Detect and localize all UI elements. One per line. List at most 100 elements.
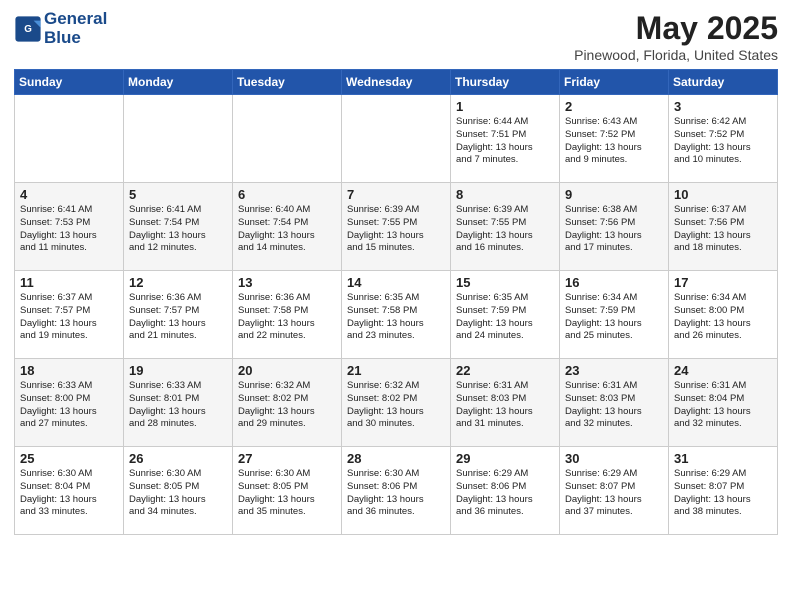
- calendar-day-cell: 26Sunrise: 6:30 AM Sunset: 8:05 PM Dayli…: [124, 447, 233, 535]
- day-info: Sunrise: 6:41 AM Sunset: 7:53 PM Dayligh…: [20, 204, 118, 255]
- day-info: Sunrise: 6:29 AM Sunset: 8:06 PM Dayligh…: [456, 468, 554, 519]
- title-block: May 2025 Pinewood, Florida, United State…: [574, 10, 778, 63]
- calendar-table: SundayMondayTuesdayWednesdayThursdayFrid…: [14, 69, 778, 535]
- day-number: 5: [129, 187, 227, 202]
- weekday-header: Thursday: [451, 70, 560, 95]
- calendar-day-cell: 21 Sunrise: 6:32 AM Sunset: 8:02 PM Dayli…: [342, 359, 451, 447]
- day-info: Sunrise: 6:38 AM Sunset: 7:56 PM Dayligh…: [565, 204, 663, 255]
- calendar-day-cell: 2 Sunrise: 6:43 AM Sunset: 7:52 PM Daylig…: [560, 95, 669, 183]
- calendar-day-cell: [233, 95, 342, 183]
- day-info: Sunrise: 6:30 AM Sunset: 8:05 PM Dayligh…: [238, 468, 336, 519]
- weekday-header: Tuesday: [233, 70, 342, 95]
- day-info: Sunrise: 6:36 AM Sunset: 7:58 PM Dayligh…: [238, 292, 336, 343]
- calendar-day-cell: 8 Sunrise: 6:39 AM Sunset: 7:55 PM Daylig…: [451, 183, 560, 271]
- calendar-container: G General Blue May 2025 Pinewood, Florid…: [0, 0, 792, 543]
- weekday-row: SundayMondayTuesdayWednesdayThursdayFrid…: [15, 70, 778, 95]
- day-number: 30: [565, 451, 663, 466]
- logo-text: General Blue: [44, 10, 107, 47]
- calendar-day-cell: 23Sunrise: 6:31 AM Sunset: 8:03 PM Dayli…: [560, 359, 669, 447]
- day-number: 3: [674, 99, 772, 114]
- day-number: 27: [238, 451, 336, 466]
- day-number: 18: [20, 363, 118, 378]
- day-info: Sunrise: 6:39 AM Sunset: 7:55 PM Dayligh…: [456, 204, 554, 255]
- logo-general: General: [44, 9, 107, 28]
- calendar-day-cell: [124, 95, 233, 183]
- day-number: 13: [238, 275, 336, 290]
- day-number: 12: [129, 275, 227, 290]
- calendar-week-row: 11Sunrise: 6:37 AM Sunset: 7:57 PM Dayli…: [15, 271, 778, 359]
- calendar-day-cell: 18 Sunrise: 6:33 AM Sunset: 8:00 PM Dayli…: [15, 359, 124, 447]
- calendar-day-cell: 31Sunrise: 6:29 AM Sunset: 8:07 PM Dayli…: [669, 447, 778, 535]
- calendar-week-row: 1Sunrise: 6:44 AM Sunset: 7:51 PM Daylig…: [15, 95, 778, 183]
- calendar-day-cell: 11Sunrise: 6:37 AM Sunset: 7:57 PM Dayli…: [15, 271, 124, 359]
- day-number: 25: [20, 451, 118, 466]
- day-number: 7: [347, 187, 445, 202]
- day-info: Sunrise: 6:32 AM Sunset: 8:02 PM Dayligh…: [238, 380, 336, 431]
- day-number: 2: [565, 99, 663, 114]
- day-info: Sunrise: 6:32 AM Sunset: 8:02 PM Dayligh…: [347, 380, 445, 431]
- weekday-header: Wednesday: [342, 70, 451, 95]
- calendar-day-cell: 12Sunrise: 6:36 AM Sunset: 7:57 PM Dayli…: [124, 271, 233, 359]
- weekday-header: Sunday: [15, 70, 124, 95]
- calendar-day-cell: 1Sunrise: 6:44 AM Sunset: 7:51 PM Daylig…: [451, 95, 560, 183]
- day-number: 8: [456, 187, 554, 202]
- calendar-day-cell: 17 Sunrise: 6:34 AM Sunset: 8:00 PM Dayli…: [669, 271, 778, 359]
- calendar-day-cell: 28 Sunrise: 6:30 AM Sunset: 8:06 PM Dayli…: [342, 447, 451, 535]
- day-number: 22: [456, 363, 554, 378]
- calendar-day-cell: 9 Sunrise: 6:38 AM Sunset: 7:56 PM Daylig…: [560, 183, 669, 271]
- calendar-day-cell: 16 Sunrise: 6:34 AM Sunset: 7:59 PM Dayli…: [560, 271, 669, 359]
- day-info: Sunrise: 6:35 AM Sunset: 7:59 PM Dayligh…: [456, 292, 554, 343]
- day-number: 28: [347, 451, 445, 466]
- calendar-day-cell: 13 Sunrise: 6:36 AM Sunset: 7:58 PM Dayli…: [233, 271, 342, 359]
- day-info: Sunrise: 6:29 AM Sunset: 8:07 PM Dayligh…: [565, 468, 663, 519]
- calendar-header: SundayMondayTuesdayWednesdayThursdayFrid…: [15, 70, 778, 95]
- day-info: Sunrise: 6:43 AM Sunset: 7:52 PM Dayligh…: [565, 116, 663, 167]
- day-number: 17: [674, 275, 772, 290]
- day-number: 31: [674, 451, 772, 466]
- calendar-day-cell: 3 Sunrise: 6:42 AM Sunset: 7:52 PM Daylig…: [669, 95, 778, 183]
- calendar-day-cell: 24Sunrise: 6:31 AM Sunset: 8:04 PM Dayli…: [669, 359, 778, 447]
- calendar-day-cell: 25 Sunrise: 6:30 AM Sunset: 8:04 PM Dayli…: [15, 447, 124, 535]
- day-info: Sunrise: 6:31 AM Sunset: 8:03 PM Dayligh…: [456, 380, 554, 431]
- day-info: Sunrise: 6:30 AM Sunset: 8:04 PM Dayligh…: [20, 468, 118, 519]
- calendar-week-row: 18 Sunrise: 6:33 AM Sunset: 8:00 PM Dayli…: [15, 359, 778, 447]
- day-info: Sunrise: 6:40 AM Sunset: 7:54 PM Dayligh…: [238, 204, 336, 255]
- calendar-day-cell: 4Sunrise: 6:41 AM Sunset: 7:53 PM Daylig…: [15, 183, 124, 271]
- month-title: May 2025: [574, 10, 778, 47]
- day-number: 16: [565, 275, 663, 290]
- calendar-week-row: 25 Sunrise: 6:30 AM Sunset: 8:04 PM Dayli…: [15, 447, 778, 535]
- day-info: Sunrise: 6:30 AM Sunset: 8:06 PM Dayligh…: [347, 468, 445, 519]
- calendar-day-cell: 30 Sunrise: 6:29 AM Sunset: 8:07 PM Dayli…: [560, 447, 669, 535]
- day-info: Sunrise: 6:42 AM Sunset: 7:52 PM Dayligh…: [674, 116, 772, 167]
- calendar-week-row: 4Sunrise: 6:41 AM Sunset: 7:53 PM Daylig…: [15, 183, 778, 271]
- calendar-day-cell: 15 Sunrise: 6:35 AM Sunset: 7:59 PM Dayli…: [451, 271, 560, 359]
- day-number: 21: [347, 363, 445, 378]
- day-number: 9: [565, 187, 663, 202]
- day-info: Sunrise: 6:34 AM Sunset: 8:00 PM Dayligh…: [674, 292, 772, 343]
- day-number: 15: [456, 275, 554, 290]
- day-info: Sunrise: 6:35 AM Sunset: 7:58 PM Dayligh…: [347, 292, 445, 343]
- calendar-body: 1Sunrise: 6:44 AM Sunset: 7:51 PM Daylig…: [15, 95, 778, 535]
- logo: G General Blue: [14, 10, 107, 47]
- day-number: 11: [20, 275, 118, 290]
- day-number: 29: [456, 451, 554, 466]
- calendar-day-cell: 10Sunrise: 6:37 AM Sunset: 7:56 PM Dayli…: [669, 183, 778, 271]
- calendar-day-cell: 14 Sunrise: 6:35 AM Sunset: 7:58 PM Dayli…: [342, 271, 451, 359]
- weekday-header: Friday: [560, 70, 669, 95]
- day-info: Sunrise: 6:31 AM Sunset: 8:04 PM Dayligh…: [674, 380, 772, 431]
- weekday-header: Monday: [124, 70, 233, 95]
- header: G General Blue May 2025 Pinewood, Florid…: [14, 10, 778, 63]
- logo-blue: Blue: [44, 28, 81, 47]
- day-number: 10: [674, 187, 772, 202]
- calendar-day-cell: 27 Sunrise: 6:30 AM Sunset: 8:05 PM Dayli…: [233, 447, 342, 535]
- calendar-day-cell: 7Sunrise: 6:39 AM Sunset: 7:55 PM Daylig…: [342, 183, 451, 271]
- calendar-day-cell: 5Sunrise: 6:41 AM Sunset: 7:54 PM Daylig…: [124, 183, 233, 271]
- day-number: 26: [129, 451, 227, 466]
- calendar-day-cell: 20Sunrise: 6:32 AM Sunset: 8:02 PM Dayli…: [233, 359, 342, 447]
- day-number: 1: [456, 99, 554, 114]
- day-info: Sunrise: 6:34 AM Sunset: 7:59 PM Dayligh…: [565, 292, 663, 343]
- svg-text:G: G: [24, 23, 32, 34]
- day-number: 14: [347, 275, 445, 290]
- calendar-day-cell: [342, 95, 451, 183]
- day-info: Sunrise: 6:33 AM Sunset: 8:00 PM Dayligh…: [20, 380, 118, 431]
